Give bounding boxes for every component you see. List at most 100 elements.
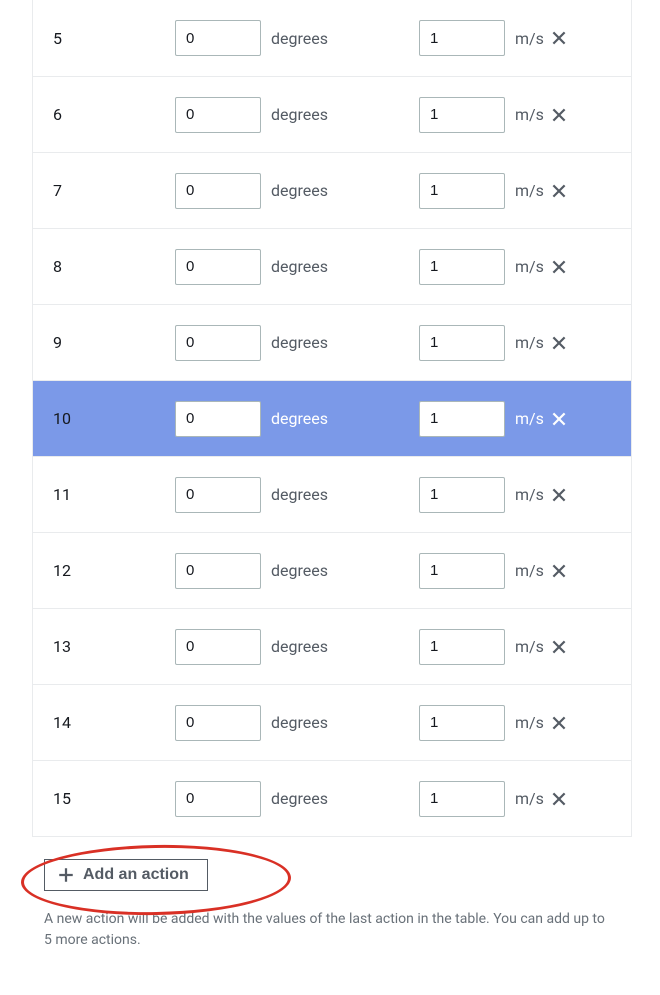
speed-unit-label: m/s xyxy=(515,409,544,428)
angle-unit-label: degrees xyxy=(271,713,328,732)
table-row[interactable]: 8 degrees m/s xyxy=(33,228,631,304)
angle-input[interactable] xyxy=(175,781,261,817)
remove-row-button[interactable] xyxy=(546,710,572,736)
speed-input[interactable] xyxy=(419,553,505,589)
row-number: 14 xyxy=(53,713,175,732)
row-number: 12 xyxy=(53,561,175,580)
angle-unit-label: degrees xyxy=(271,485,328,504)
row-number: 6 xyxy=(53,105,175,124)
angle-input[interactable] xyxy=(175,249,261,285)
angle-input[interactable] xyxy=(175,401,261,437)
speed-input[interactable] xyxy=(419,173,505,209)
row-number: 7 xyxy=(53,181,175,200)
close-icon xyxy=(550,334,568,352)
actions-table: 5degreesm/s 6 degrees m/s 7 degrees m/s 8 degree… xyxy=(32,0,632,837)
speed-input[interactable] xyxy=(419,20,505,56)
angle-unit-label: degrees xyxy=(271,789,328,808)
speed-unit-label: m/s xyxy=(515,333,544,352)
row-number: 11 xyxy=(53,485,175,504)
table-row[interactable]: 6 degrees m/s xyxy=(33,76,631,152)
speed-group: m/s xyxy=(419,781,627,817)
remove-row-button[interactable] xyxy=(546,786,572,812)
angle-unit-label: degrees xyxy=(271,181,328,200)
footer-section: Add an action A new action will be added… xyxy=(44,859,616,951)
remove-row-button[interactable] xyxy=(546,558,572,584)
remove-row-button[interactable] xyxy=(546,178,572,204)
angle-group: degrees xyxy=(175,477,419,513)
close-icon xyxy=(550,410,568,428)
speed-input[interactable] xyxy=(419,249,505,285)
close-icon xyxy=(550,790,568,808)
close-icon xyxy=(550,562,568,580)
angle-input[interactable] xyxy=(175,477,261,513)
close-icon xyxy=(550,714,568,732)
table-row[interactable]: 10degreesm/s xyxy=(33,380,631,456)
angle-input[interactable] xyxy=(175,97,261,133)
speed-group: m/s xyxy=(419,477,627,513)
row-number: 15 xyxy=(53,789,175,808)
speed-input[interactable] xyxy=(419,705,505,741)
remove-row-button[interactable] xyxy=(546,102,572,128)
speed-input[interactable] xyxy=(419,781,505,817)
speed-input[interactable] xyxy=(419,97,505,133)
speed-group: m/s xyxy=(419,20,627,56)
table-row[interactable]: 13degreesm/s xyxy=(33,608,631,684)
row-number: 8 xyxy=(53,257,175,276)
close-icon xyxy=(550,258,568,276)
speed-unit-label: m/s xyxy=(515,29,544,48)
angle-unit-label: degrees xyxy=(271,257,328,276)
close-icon xyxy=(550,29,568,47)
remove-row-button[interactable] xyxy=(546,254,572,280)
speed-group: m/s xyxy=(419,173,627,209)
angle-input[interactable] xyxy=(175,705,261,741)
speed-input[interactable] xyxy=(419,325,505,361)
speed-group: m/s xyxy=(419,325,627,361)
table-row[interactable]: 11 degrees m/s xyxy=(33,456,631,532)
table-row[interactable]: 5degreesm/s xyxy=(33,0,631,76)
angle-group: degrees xyxy=(175,629,419,665)
remove-row-button[interactable] xyxy=(546,482,572,508)
angle-group: degrees xyxy=(175,97,419,133)
table-row[interactable]: 15 degrees m/s xyxy=(33,760,631,836)
speed-group: m/s xyxy=(419,249,627,285)
close-icon xyxy=(550,486,568,504)
row-number: 10 xyxy=(53,409,175,428)
remove-row-button[interactable] xyxy=(546,330,572,356)
angle-group: degrees xyxy=(175,781,419,817)
close-icon xyxy=(550,638,568,656)
angle-unit-label: degrees xyxy=(271,333,328,352)
plus-icon xyxy=(57,866,75,884)
row-number: 9 xyxy=(53,333,175,352)
speed-input[interactable] xyxy=(419,401,505,437)
table-row[interactable]: 9 degrees m/s xyxy=(33,304,631,380)
remove-row-button[interactable] xyxy=(546,634,572,660)
speed-unit-label: m/s xyxy=(515,105,544,124)
angle-unit-label: degrees xyxy=(271,561,328,580)
angle-unit-label: degrees xyxy=(271,105,328,124)
angle-group: degrees xyxy=(175,173,419,209)
speed-unit-label: m/s xyxy=(515,713,544,732)
table-row[interactable]: 14 degrees m/s xyxy=(33,684,631,760)
angle-group: degrees xyxy=(175,553,419,589)
speed-group: m/s xyxy=(419,401,627,437)
angle-input[interactable] xyxy=(175,20,261,56)
table-row[interactable]: 7 degrees m/s xyxy=(33,152,631,228)
remove-row-button[interactable] xyxy=(546,25,572,51)
table-row[interactable]: 12 degrees m/s xyxy=(33,532,631,608)
add-action-button[interactable]: Add an action xyxy=(44,859,208,891)
remove-row-button[interactable] xyxy=(546,406,572,432)
speed-unit-label: m/s xyxy=(515,789,544,808)
speed-input[interactable] xyxy=(419,629,505,665)
angle-input[interactable] xyxy=(175,325,261,361)
add-action-label: Add an action xyxy=(83,866,189,884)
angle-input[interactable] xyxy=(175,629,261,665)
angle-input[interactable] xyxy=(175,173,261,209)
speed-input[interactable] xyxy=(419,477,505,513)
speed-group: m/s xyxy=(419,705,627,741)
speed-unit-label: m/s xyxy=(515,181,544,200)
speed-group: m/s xyxy=(419,629,627,665)
speed-unit-label: m/s xyxy=(515,637,544,656)
speed-unit-label: m/s xyxy=(515,561,544,580)
angle-group: degrees xyxy=(175,249,419,285)
angle-input[interactable] xyxy=(175,553,261,589)
